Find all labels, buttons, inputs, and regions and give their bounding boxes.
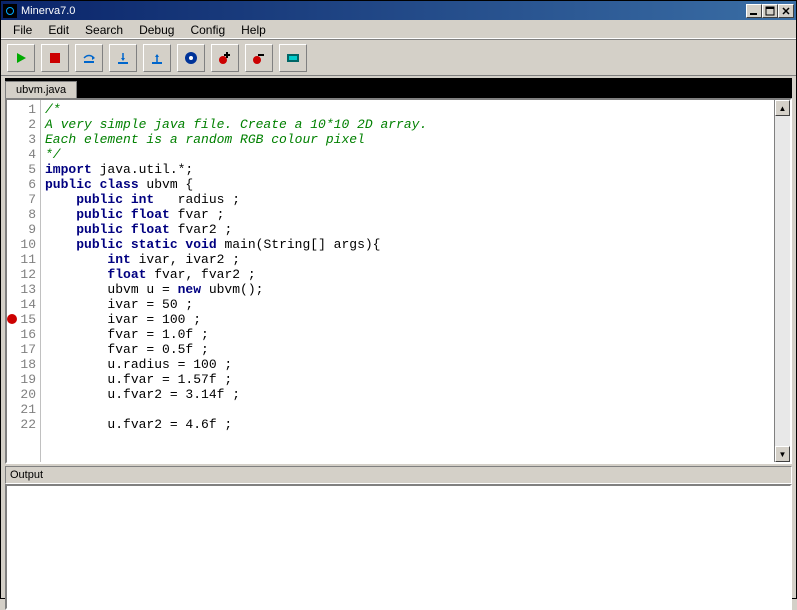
code-line[interactable]: public float fvar2 ;	[45, 222, 770, 237]
output-label: Output	[5, 466, 792, 484]
code-line[interactable]: public int radius ;	[45, 192, 770, 207]
code-line[interactable]: fvar = 1.0f ;	[45, 327, 770, 342]
app-icon	[3, 4, 17, 18]
menu-edit[interactable]: Edit	[40, 21, 77, 39]
line-number[interactable]: 11	[9, 252, 36, 267]
code-area[interactable]: /*A very simple java file. Create a 10*1…	[41, 100, 774, 462]
line-number[interactable]: 5	[9, 162, 36, 177]
line-number[interactable]: 12	[9, 267, 36, 282]
step-into-button[interactable]	[109, 44, 137, 72]
watch-button[interactable]	[279, 44, 307, 72]
line-number[interactable]: 13	[9, 282, 36, 297]
line-number[interactable]: 22	[9, 417, 36, 432]
code-line[interactable]: */	[45, 147, 770, 162]
line-number[interactable]: 14	[9, 297, 36, 312]
maximize-button[interactable]	[762, 4, 778, 18]
step-out-button[interactable]	[143, 44, 171, 72]
editor-container: ubvm.java 123456789101112131415161718192…	[5, 78, 792, 464]
code-line[interactable]: public static void main(String[] args){	[45, 237, 770, 252]
code-line[interactable]: u.fvar = 1.57f ;	[45, 372, 770, 387]
line-number[interactable]: 1	[9, 102, 36, 117]
menu-search[interactable]: Search	[77, 21, 131, 39]
breakpoint-remove-button[interactable]	[245, 44, 273, 72]
code-line[interactable]: u.fvar2 = 3.14f ;	[45, 387, 770, 402]
line-number[interactable]: 18	[9, 357, 36, 372]
toolbar	[1, 40, 796, 76]
line-number[interactable]: 21	[9, 402, 36, 417]
tab-file[interactable]: ubvm.java	[5, 81, 77, 98]
line-number[interactable]: 8	[9, 207, 36, 222]
code-line[interactable]: float fvar, fvar2 ;	[45, 267, 770, 282]
code-line[interactable]: A very simple java file. Create a 10*10 …	[45, 117, 770, 132]
code-line[interactable]: ubvm u = new ubvm();	[45, 282, 770, 297]
code-line[interactable]: public class ubvm {	[45, 177, 770, 192]
editor: 12345678910111213141516171819202122 /*A …	[5, 98, 792, 464]
scroll-track[interactable]	[775, 116, 790, 446]
line-number[interactable]: 19	[9, 372, 36, 387]
code-line[interactable]: u.radius = 100 ;	[45, 357, 770, 372]
menu-help[interactable]: Help	[233, 21, 274, 39]
menu-debug[interactable]: Debug	[131, 21, 182, 39]
scroll-down-button[interactable]: ▼	[775, 446, 790, 462]
code-line[interactable]: ivar = 50 ;	[45, 297, 770, 312]
step-over-button[interactable]	[75, 44, 103, 72]
line-number[interactable]: 3	[9, 132, 36, 147]
code-line[interactable]: fvar = 0.5f ;	[45, 342, 770, 357]
code-line[interactable]: public float fvar ;	[45, 207, 770, 222]
close-button[interactable]	[778, 4, 794, 18]
vertical-scrollbar[interactable]: ▲ ▼	[774, 100, 790, 462]
breakpoint-icon[interactable]	[7, 314, 17, 324]
line-number[interactable]: 16	[9, 327, 36, 342]
scroll-up-button[interactable]: ▲	[775, 100, 790, 116]
menu-config[interactable]: Config	[182, 21, 233, 39]
line-number[interactable]: 2	[9, 117, 36, 132]
code-line[interactable]: u.fvar2 = 4.6f ;	[45, 417, 770, 432]
record-button[interactable]	[177, 44, 205, 72]
title-bar: Minerva7.0	[1, 1, 796, 20]
window-title: Minerva7.0	[21, 5, 746, 17]
gutter[interactable]: 12345678910111213141516171819202122	[7, 100, 41, 462]
breakpoint-add-button[interactable]	[211, 44, 239, 72]
stop-button[interactable]	[41, 44, 69, 72]
minimize-button[interactable]	[746, 4, 762, 18]
code-line[interactable]: import java.util.*;	[45, 162, 770, 177]
code-line[interactable]: Each element is a random RGB colour pixe…	[45, 132, 770, 147]
line-number[interactable]: 17	[9, 342, 36, 357]
line-number[interactable]: 6	[9, 177, 36, 192]
window-controls	[746, 4, 794, 18]
code-line[interactable]: int ivar, ivar2 ;	[45, 252, 770, 267]
line-number[interactable]: 9	[9, 222, 36, 237]
line-number[interactable]: 10	[9, 237, 36, 252]
output-area[interactable]	[5, 484, 792, 610]
menu-file[interactable]: File	[5, 21, 40, 39]
line-number[interactable]: 15	[9, 312, 36, 327]
code-line[interactable]: ivar = 100 ;	[45, 312, 770, 327]
line-number[interactable]: 4	[9, 147, 36, 162]
line-number[interactable]: 7	[9, 192, 36, 207]
menu-bar: File Edit Search Debug Config Help	[1, 20, 796, 40]
tab-bar: ubvm.java	[5, 78, 792, 98]
line-number[interactable]: 20	[9, 387, 36, 402]
code-line[interactable]: /*	[45, 102, 770, 117]
run-button[interactable]	[7, 44, 35, 72]
code-line[interactable]	[45, 402, 770, 417]
